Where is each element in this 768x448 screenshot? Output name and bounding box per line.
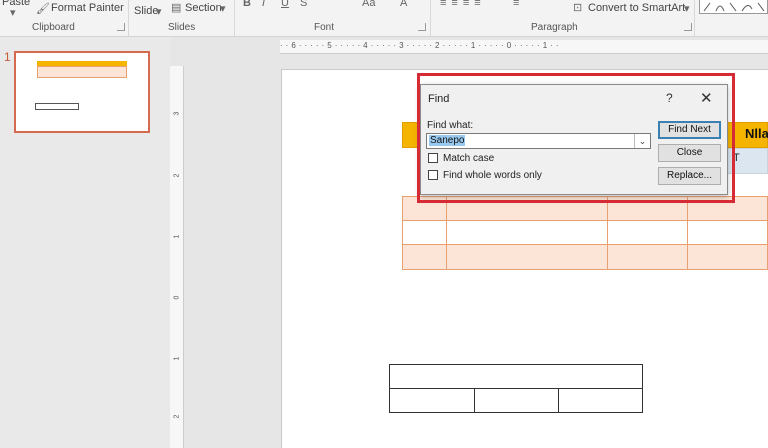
table-cell[interactable]	[687, 220, 768, 245]
thumb-small-table	[35, 103, 79, 110]
ruler-tick: 1	[173, 356, 181, 361]
font-launcher-icon[interactable]	[418, 23, 426, 31]
table-cell[interactable]	[687, 244, 768, 270]
table-cell[interactable]	[446, 244, 608, 270]
table-cell[interactable]	[389, 364, 643, 389]
underline-icon[interactable]: U	[281, 0, 289, 9]
align-icons[interactable]: ≡≡≡≡	[440, 0, 486, 9]
new-slide-button[interactable]: Slide	[134, 5, 158, 17]
highlight-box	[417, 73, 735, 203]
format-painter-icon: 🖌	[36, 3, 50, 15]
format-painter-button[interactable]: Format Painter	[51, 2, 124, 14]
thumb-table-body	[37, 66, 127, 78]
slide-thumbnail[interactable]	[14, 51, 150, 133]
chevron-down-icon[interactable]: ▾	[684, 2, 690, 15]
shapes-gallery[interactable]	[699, 0, 768, 14]
clipboard-launcher-icon[interactable]	[117, 23, 125, 31]
ruler-tick: 2	[173, 173, 181, 178]
ribbon: Paste ▾ 🖌 Format Painter Clipboard Slide…	[0, 0, 768, 37]
convert-smartart-button[interactable]: Convert to SmartArt	[588, 2, 685, 14]
section-button[interactable]: Section	[185, 2, 222, 14]
chevron-down-icon[interactable]: ▾	[10, 6, 16, 19]
font-size-icon[interactable]: Aa	[362, 0, 375, 9]
section-icon: ▤	[171, 2, 182, 14]
smartart-icon: ⊡	[573, 2, 583, 14]
ruler-tick: 1	[173, 234, 181, 239]
bold-icon[interactable]: B	[243, 0, 251, 9]
chevron-down-icon[interactable]: ▾	[156, 5, 162, 18]
ruler-tick: 3	[173, 111, 181, 116]
vertical-ruler: 3 2 1 0 1 2	[170, 66, 184, 448]
shadow-icon[interactable]: S	[300, 0, 307, 9]
table-cell[interactable]	[607, 220, 688, 245]
ruler-tick: 2	[173, 414, 181, 419]
table-header-text: Nlla	[745, 126, 768, 141]
table-cell[interactable]	[402, 220, 447, 245]
group-label-paragraph: Paragraph	[531, 22, 578, 33]
shapes-gallery-icon	[703, 2, 765, 12]
horizontal-ruler: · · 6 · · · · · 5 · · · · · 4 · · · · · …	[280, 40, 768, 54]
slide-number: 1	[4, 50, 11, 64]
table-cell[interactable]	[474, 388, 559, 413]
table-cell[interactable]	[446, 220, 608, 245]
ruler-tick: 0	[173, 295, 181, 300]
table-cell[interactable]	[558, 388, 643, 413]
group-separator	[694, 0, 695, 36]
italic-icon[interactable]: I	[262, 0, 265, 9]
paste-button[interactable]: Paste	[2, 0, 30, 8]
group-label-slides: Slides	[168, 22, 196, 33]
group-label-clipboard: Clipboard	[32, 22, 75, 33]
group-separator	[234, 0, 235, 36]
group-separator	[430, 0, 431, 36]
group-label-font: Font	[314, 22, 335, 33]
table-cell[interactable]	[389, 388, 475, 413]
table-cell[interactable]	[607, 244, 688, 270]
columns-icon[interactable]: ≡	[513, 0, 519, 9]
chevron-down-icon[interactable]: ▾	[220, 2, 226, 15]
paragraph-launcher-icon[interactable]	[684, 23, 692, 31]
group-separator	[128, 0, 129, 36]
font-color-icon[interactable]: A	[400, 0, 407, 9]
slide-thumbnail-pane: 1	[0, 37, 170, 448]
table-cell[interactable]	[402, 244, 447, 270]
